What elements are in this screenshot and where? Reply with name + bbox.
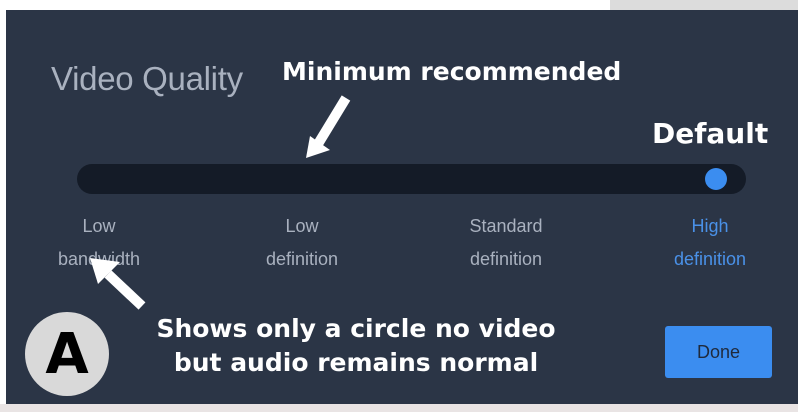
- annotation-circle-note: Shows only a circle no video but audio r…: [124, 312, 588, 380]
- annotation-minimum-recommended: Minimum recommended: [282, 57, 622, 86]
- option-label-line2: definition: [265, 249, 339, 269]
- dialog-title: Video Quality: [51, 60, 243, 97]
- badge-letter: A: [25, 312, 109, 396]
- option-standard-definition[interactable]: Standard definition: [431, 210, 581, 276]
- annotation-circle-line2: but audio remains normal: [173, 348, 539, 377]
- background-strip-top: [610, 0, 798, 10]
- option-label-line2: definition: [673, 249, 747, 269]
- arrow-down-left-icon: [306, 95, 351, 158]
- option-label-line1: Standard: [469, 216, 543, 236]
- option-label-line1: Low: [285, 216, 319, 236]
- arrow-up-left-icon: [90, 258, 146, 310]
- option-label-line1: Low: [82, 216, 116, 236]
- screenshot: Video Quality Low bandwidth Low definiti…: [0, 0, 798, 412]
- option-label-line1: High: [691, 216, 729, 236]
- background-strip-bottom: [0, 404, 798, 412]
- option-high-definition[interactable]: High definition: [635, 210, 785, 276]
- annotation-default: Default: [652, 117, 769, 150]
- option-label-line2: definition: [469, 249, 543, 269]
- done-button[interactable]: Done: [665, 326, 772, 378]
- quality-slider-thumb[interactable]: [705, 168, 727, 190]
- option-low-definition[interactable]: Low definition: [227, 210, 377, 276]
- quality-slider-track[interactable]: [77, 164, 746, 194]
- annotation-circle-line1: Shows only a circle no video: [156, 314, 556, 343]
